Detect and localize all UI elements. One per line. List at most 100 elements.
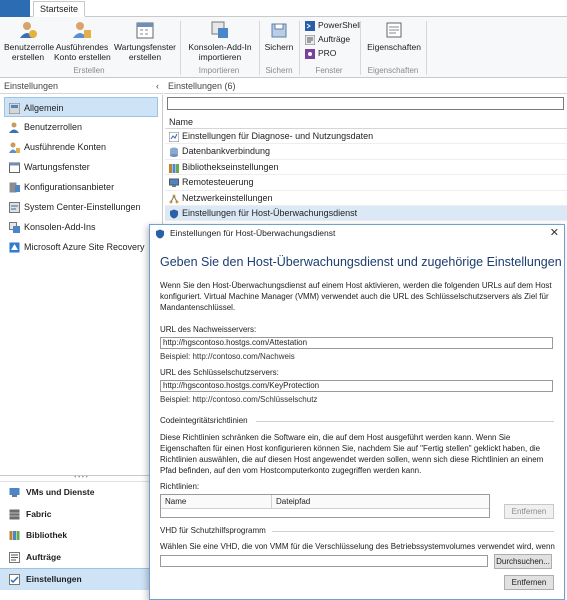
list-item[interactable]: Einstellungen für Diagnose- und Nutzungs…	[165, 129, 567, 145]
ribbon-group-erstellen: Benutzerrolle erstellen Ausführendes Kon…	[0, 17, 176, 78]
nav-item-system-center-einstellungen[interactable]: System Center-Einstellungen	[0, 197, 162, 217]
workspace-label: Aufträge	[26, 551, 61, 562]
group-label-sichern: Sichern	[265, 66, 293, 75]
filter-input[interactable]	[167, 97, 564, 110]
jobs-button[interactable]: Aufträge	[305, 34, 350, 45]
remove-vhd-button[interactable]: Entfernen	[504, 575, 554, 590]
keyprotection-url-input[interactable]: http://hgscontoso.hostgs.com/KeyProtecti…	[160, 380, 553, 392]
library-settings-icon	[169, 163, 179, 173]
keyprotection-url-label: URL des Schlüsselschutzservers:	[160, 368, 279, 377]
list-item[interactable]: Netzwerkeinstellungen	[165, 191, 567, 206]
workspace-bibliothek[interactable]: Bibliothek	[0, 525, 162, 547]
file-menu-button[interactable]	[0, 0, 30, 17]
ribbon-separator	[426, 21, 427, 75]
tab-startseite[interactable]: Startseite	[33, 1, 86, 17]
list-item[interactable]: Remotesteuerung	[165, 175, 567, 191]
general-settings-icon	[9, 103, 20, 114]
attestation-url-input[interactable]: http://hgscontoso.hostgs.com/Attestation	[160, 337, 553, 349]
ribbon-group-sichern: Sichern Sichern	[260, 17, 298, 78]
list-item-label: Netzwerkeinstellungen	[182, 192, 273, 203]
create-maintenance-window-button[interactable]: Wartungsfenster erstellen	[112, 20, 178, 62]
azure-site-recovery-icon	[9, 242, 20, 253]
workspace-auftraege[interactable]: Aufträge	[0, 547, 162, 569]
column-header-name[interactable]: Name	[165, 115, 567, 129]
properties-button[interactable]: Eigenschaften	[365, 20, 423, 52]
backup-button[interactable]: Sichern	[262, 20, 296, 52]
workspace-fabric[interactable]: Fabric	[0, 504, 162, 526]
vhd-section: VHD für Schutzhilfsprogramm	[160, 526, 554, 535]
list-item-label: Bibliothekseinstellungen	[182, 161, 279, 172]
nav-item-label: Wartungsfenster	[24, 162, 90, 172]
browse-button[interactable]: Durchsuchen...	[494, 554, 552, 569]
list-item-label: Remotesteuerung	[182, 177, 254, 188]
workspace-label: VMs und Dienste	[26, 487, 95, 497]
nav-item-label: Konsolen-Add-Ins	[24, 222, 96, 232]
list-item-label: Einstellungen für Host-Überwachungsdiens…	[182, 207, 358, 218]
nav-item-wartungsfenster[interactable]: Wartungsfenster	[0, 157, 162, 177]
powershell-label: PowerShell	[318, 20, 361, 30]
group-label-erstellen: Erstellen	[73, 66, 105, 75]
dialog-titlebar[interactable]: Einstellungen für Host-Überwachungsdiens…	[150, 225, 564, 243]
list-item[interactable]: Datenbankverbindung	[165, 144, 567, 160]
configuration-provider-icon	[9, 182, 20, 193]
ribbon-tabbar: Startseite	[0, 0, 567, 17]
nav-item-konsolen-add-ins[interactable]: Konsolen-Add-Ins	[0, 217, 162, 237]
grid-column-path[interactable]: Dateipfad	[276, 497, 310, 506]
backup-icon	[271, 23, 287, 38]
console-addins-icon	[9, 222, 20, 233]
nav-item-konfigurationsanbieter[interactable]: Konfigurationsanbieter	[0, 177, 162, 197]
nav-item-allgemein[interactable]: Allgemein	[4, 97, 158, 117]
workspace-switcher: • • • • VMs und Dienste Fabric Bibliothe…	[0, 475, 163, 600]
create-run-as-account-button[interactable]: Ausführendes Konto erstellen	[54, 20, 111, 62]
code-integrity-text: Diese Richtlinien schränken die Software…	[160, 433, 544, 475]
properties-icon	[386, 22, 402, 38]
dialog-title: Einstellungen für Host-Überwachungsdiens…	[170, 228, 336, 238]
remove-policy-button[interactable]: Entfernen	[504, 504, 554, 519]
pro-icon	[305, 49, 315, 59]
group-label-importieren: Importieren	[198, 66, 240, 75]
workspace-label: Fabric	[26, 508, 52, 519]
vhd-text: Wählen Sie eine VHD, die von VMM für die…	[160, 542, 556, 551]
import-console-addin-button[interactable]: Konsolen-Add-In importieren	[185, 20, 255, 62]
user-role-icon	[20, 22, 37, 38]
nav-item-label: Ausführende Konten	[24, 142, 107, 152]
pro-button[interactable]: PRO	[305, 48, 336, 59]
workspace-label: Bibliothek	[26, 530, 68, 540]
nav-item-label: Microsoft Azure Site Recovery	[24, 242, 145, 252]
nav-item-ausfuehrende-konten[interactable]: Ausführende Konten	[0, 137, 162, 157]
run-as-accounts-icon	[9, 142, 20, 153]
grid-column-separator	[271, 495, 272, 509]
attestation-url-example: Beispiel: http://contoso.com/Nachweis	[160, 352, 295, 361]
workspace-vms-und-dienste[interactable]: VMs und Dienste	[0, 482, 162, 504]
nav-item-benutzerrollen[interactable]: Benutzerrollen	[0, 117, 162, 137]
ribbon-group-eigenschaften: Eigenschaften Eigenschaften	[361, 17, 425, 78]
workspace-einstellungen[interactable]: Einstellungen	[0, 568, 162, 590]
results-header: Einstellungen (6)	[164, 79, 567, 94]
list-item[interactable]: Bibliothekseinstellungen	[165, 160, 567, 176]
nav-item-azure-site-recovery[interactable]: Microsoft Azure Site Recovery	[0, 237, 162, 257]
grid-column-name[interactable]: Name	[165, 497, 186, 506]
group-label-eigenschaften: Eigenschaften	[367, 66, 419, 75]
dialog-intro-text: Wenn Sie den Host-Überwachungsdienst auf…	[160, 281, 552, 312]
keyprotection-url-example: Beispiel: http://contoso.com/Schlüsselsc…	[160, 395, 318, 404]
create-user-role-button[interactable]: Benutzerrolle erstellen	[4, 20, 54, 62]
collapse-chevron-icon[interactable]: ‹	[156, 81, 159, 91]
settings-workspace-icon	[9, 574, 20, 585]
policies-grid[interactable]: Name Dateipfad	[160, 494, 490, 518]
policies-grid-header: Name Dateipfad	[161, 495, 489, 509]
properties-label: Eigenschaften	[367, 42, 421, 52]
calendar-icon	[136, 22, 154, 39]
maintenance-window-icon	[9, 162, 20, 173]
create-maintenance-window-label: Wartungsfenster erstellen	[113, 42, 177, 62]
shield-icon	[156, 229, 164, 239]
nav-item-label: System Center-Einstellungen	[24, 202, 141, 212]
jobs-icon	[305, 35, 315, 45]
close-icon[interactable]: ✕	[550, 226, 559, 239]
policies-label: Richtlinien:	[160, 482, 200, 491]
vhd-path-input[interactable]	[160, 555, 488, 567]
powershell-button[interactable]: PowerShell	[305, 20, 361, 31]
ribbon-group-importieren: Konsolen-Add-In importieren Importieren	[181, 17, 257, 78]
list-item[interactable]: Einstellungen für Host-Überwachungsdiens…	[165, 205, 567, 222]
workspace-label: Einstellungen	[26, 574, 82, 584]
list-item-label: Datenbankverbindung	[182, 146, 271, 157]
